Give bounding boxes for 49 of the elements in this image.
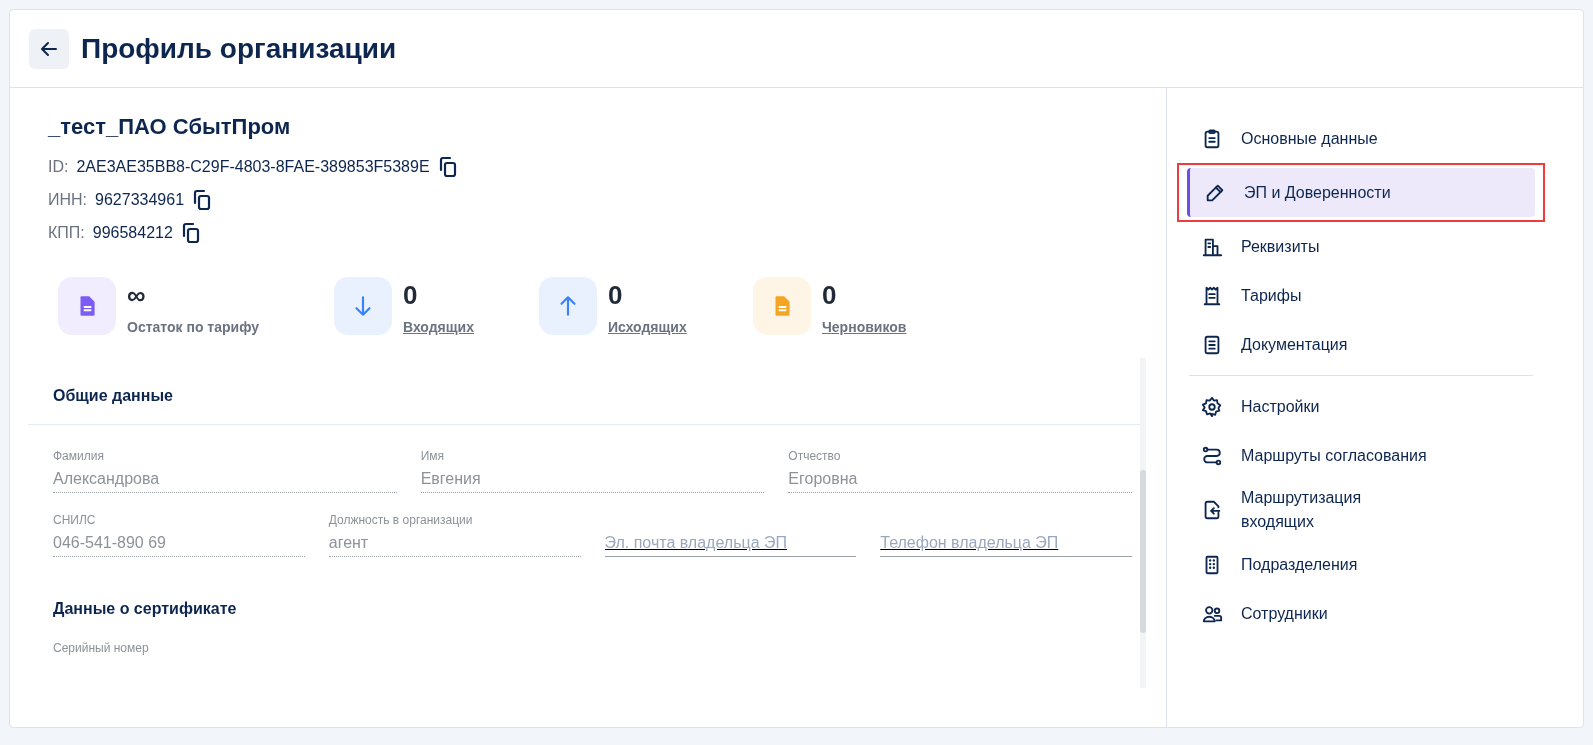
nav-item[interactable]: Документация	[1187, 320, 1535, 369]
settings-icon	[1201, 395, 1223, 418]
field-label: Фамилия	[53, 448, 105, 465]
field-label: Отчество	[788, 448, 842, 465]
stat-link[interactable]: Входящих	[403, 317, 474, 338]
readonly-field: агент	[328, 531, 581, 557]
copy-icon[interactable]	[192, 189, 213, 211]
organization-name: _тест_ПАО СбытПром	[48, 113, 292, 141]
stat-label: Остаток по тарифу	[127, 318, 259, 337]
stat-link[interactable]: Черновиков	[822, 317, 907, 338]
readonly-field: Егоровна	[788, 467, 1132, 493]
stat-link[interactable]: Исходящих	[608, 317, 687, 338]
nav-item[interactable]: Подразделения	[1187, 540, 1535, 589]
nav-item[interactable]: Основные данные	[1187, 114, 1535, 163]
nav-item[interactable]: Маршрутизация входящих	[1187, 480, 1535, 540]
nav-item[interactable]: Маршруты согласования	[1187, 431, 1535, 480]
detail-label: ИНН:	[48, 190, 88, 210]
nav-item[interactable]: ЭП и Доверенности	[1187, 168, 1535, 217]
nav-item[interactable]: Сотрудники	[1187, 589, 1535, 638]
stat-value: 0	[403, 279, 419, 312]
section-title: Данные о сертификате	[53, 600, 237, 617]
back-button[interactable]	[29, 28, 69, 69]
detail-value: 9627334961	[95, 190, 185, 210]
field-label: Серийный номер	[53, 640, 150, 657]
detail-value: 2AE3AE35BB8-C29F-4803-8FAE-389853F5389E	[76, 157, 430, 177]
input-field[interactable]: Эл. почта владельца ЭП	[604, 531, 857, 557]
readonly-field: 046-541-890 69	[53, 531, 305, 557]
detail-label: КПП:	[48, 223, 85, 243]
stat-value: 0	[608, 279, 624, 312]
receipt-icon	[1201, 284, 1223, 307]
copy-icon[interactable]	[437, 156, 458, 178]
stat-value: 0	[822, 279, 838, 312]
field-label: Должность в организации	[328, 512, 474, 529]
section-title: Общие данные	[53, 387, 173, 404]
nav-item[interactable]: Реквизиты	[1187, 222, 1535, 271]
scrollbar-thumb[interactable]	[1140, 470, 1146, 633]
input-field[interactable]: Телефон владельца ЭП	[880, 531, 1132, 557]
copy-icon[interactable]	[180, 222, 201, 244]
detail-label: ID:	[48, 157, 69, 177]
readonly-field: Александрова	[53, 467, 397, 493]
field-label: СНИЛС	[53, 512, 97, 529]
nav-item[interactable]: Настройки	[1187, 382, 1535, 431]
nav-item[interactable]: Тарифы	[1187, 271, 1535, 320]
detail-value: 996584212	[92, 223, 173, 243]
page-title: Профиль организации	[81, 31, 397, 66]
field-label: Имя	[420, 448, 446, 465]
stat-value: ∞	[127, 279, 147, 312]
route-icon	[1201, 444, 1223, 467]
readonly-field: Евгения	[420, 467, 765, 493]
